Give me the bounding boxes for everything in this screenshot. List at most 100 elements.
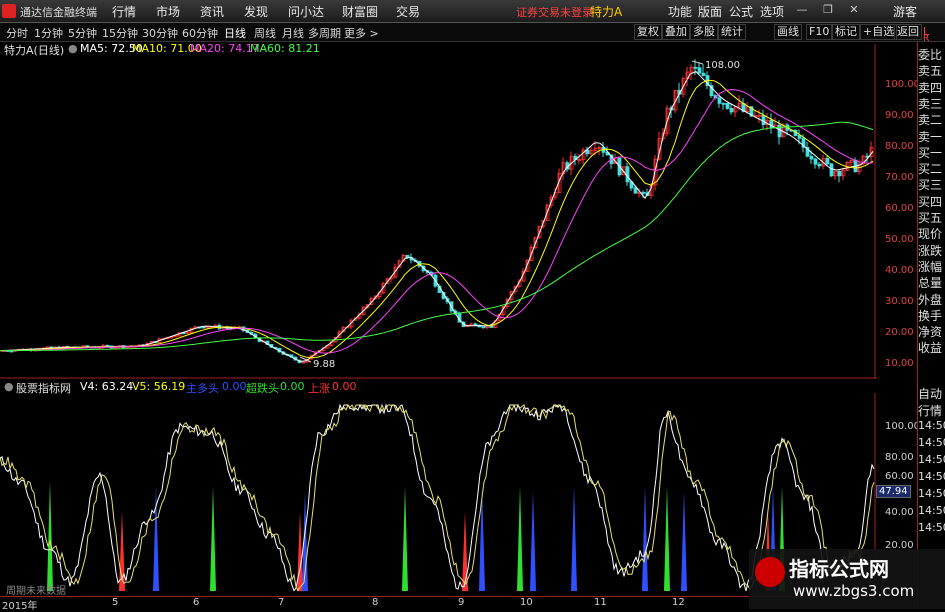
side-item[interactable]: 卖三 xyxy=(918,95,945,112)
period-tab[interactable]: 分时 xyxy=(6,25,28,41)
login-notice[interactable]: 证券交易未登录 xyxy=(516,4,593,20)
side-item[interactable]: 卖五 xyxy=(918,62,945,79)
watermark-title: 指标公式网 xyxy=(789,557,889,581)
period-toolbar: 分时 1分钟 5分钟 15分钟 30分钟 60分钟 日线 周线 月线 多周期 更… xyxy=(0,23,945,42)
draw-line-button[interactable]: 画线 xyxy=(774,24,802,40)
f10-button[interactable]: F10 xyxy=(806,24,833,40)
date-tick: 6 xyxy=(193,597,200,608)
indicator-tick: 100.00 xyxy=(885,421,920,432)
period-tab[interactable]: 月线 xyxy=(282,25,304,41)
side-item[interactable]: 卖二 xyxy=(918,111,945,128)
menu-market[interactable]: 市场 xyxy=(156,3,180,20)
menu-trade[interactable]: 交易 xyxy=(396,3,420,20)
period-tab[interactable]: 多周期 xyxy=(308,25,341,41)
menu-options[interactable]: 选项 xyxy=(760,3,784,20)
date-tick: 8 xyxy=(372,597,379,608)
menu-discover[interactable]: 发现 xyxy=(244,3,268,20)
side-bottom-item[interactable]: 14:50 xyxy=(918,436,945,449)
settings-dot-icon[interactable]: ● xyxy=(4,380,14,393)
period-tab-active[interactable]: 日线 xyxy=(224,25,246,41)
menu-news[interactable]: 资讯 xyxy=(200,3,224,20)
close-icon[interactable]: ✕ xyxy=(848,4,860,16)
period-more[interactable]: 更多 > xyxy=(344,25,379,41)
date-tick: 11 xyxy=(594,597,607,608)
guest-label[interactable]: 游客 xyxy=(893,3,917,20)
add-watchlist-button[interactable]: +自选 xyxy=(860,24,898,40)
watermark-logo-icon xyxy=(755,557,785,587)
menu-layout[interactable]: 版面 xyxy=(698,3,722,20)
kline-chart[interactable]: 108.00 9.88 xyxy=(0,44,877,379)
side-bottom-item[interactable]: 14:50 xyxy=(918,504,945,517)
high-annotation: 108.00 xyxy=(705,60,740,71)
side-item[interactable]: 净资 xyxy=(918,323,945,340)
price-tick: 100.00 xyxy=(885,79,920,90)
date-tick: 2015年 xyxy=(2,601,38,612)
multi-stock-button[interactable]: 多股 xyxy=(690,24,718,40)
side-item[interactable]: 收益 xyxy=(918,339,945,356)
side-bottom-item[interactable]: 自动 xyxy=(918,385,945,402)
back-button[interactable]: 返回 xyxy=(894,24,922,40)
side-bottom-item[interactable]: 14:50 xyxy=(918,470,945,483)
menu-wealth[interactable]: 财富圈 xyxy=(342,3,378,20)
side-item[interactable]: 买三 xyxy=(918,176,945,193)
side-bottom-item[interactable]: 14:50 xyxy=(918,487,945,500)
price-tick: 80.00 xyxy=(885,141,914,152)
side-bottom-item[interactable]: 14:50 xyxy=(918,453,945,466)
period-tab[interactable]: 15分钟 xyxy=(102,25,138,41)
side-item[interactable]: 买四 xyxy=(918,193,945,210)
current-indicator-value: 47.94 xyxy=(876,485,911,498)
price-tick: 10.00 xyxy=(885,358,914,369)
label-red-value: 0.00 xyxy=(332,380,357,393)
date-tick: 12 xyxy=(672,597,685,608)
price-tick: 90.00 xyxy=(885,110,914,121)
period-tab[interactable]: 周线 xyxy=(254,25,276,41)
restore-icon[interactable]: ❐ xyxy=(822,4,834,16)
date-tick: 5 xyxy=(112,597,119,608)
watermark: 指标公式网 www.zbgs3.com xyxy=(749,549,945,609)
side-item[interactable]: 买一 xyxy=(918,144,945,161)
side-item[interactable]: 总量 xyxy=(918,274,945,291)
date-tick: 7 xyxy=(278,597,285,608)
date-axis: 2015年 5 6 7 8 9 10 11 12 xyxy=(0,596,875,612)
v4-value: V4: 63.24 xyxy=(80,380,134,393)
menu-ask[interactable]: 问小达 xyxy=(288,3,324,20)
side-item[interactable]: 换手 xyxy=(918,307,945,324)
mark-button[interactable]: 标记 xyxy=(832,24,860,40)
side-marker-r[interactable]: R xyxy=(923,34,945,44)
price-tick: 70.00 xyxy=(885,172,914,183)
low-annotation: 9.88 xyxy=(313,359,335,370)
minimize-icon[interactable]: — xyxy=(796,4,808,16)
menu-formula[interactable]: 公式 xyxy=(729,3,753,20)
side-item[interactable]: 外盘 xyxy=(918,291,945,308)
menu-bar: 通达信金融终端 行情 市场 资讯 发现 问小达 财富圈 交易 证券交易未登录 特… xyxy=(0,0,945,23)
side-item[interactable]: 卖四 xyxy=(918,79,945,96)
side-bottom-item[interactable]: 14:50 xyxy=(918,419,945,432)
side-item[interactable]: 涨跌 xyxy=(918,242,945,259)
side-item[interactable]: 卖一 xyxy=(918,128,945,145)
side-bottom-item[interactable]: 14:50 xyxy=(918,521,945,534)
period-tab[interactable]: 1分钟 xyxy=(34,25,63,41)
indicator-tick: 60.00 xyxy=(885,471,914,482)
period-tab[interactable]: 5分钟 xyxy=(68,25,97,41)
indicator-chart[interactable] xyxy=(0,393,877,597)
stats-button[interactable]: 统计 xyxy=(718,24,746,40)
price-tick: 50.00 xyxy=(885,234,914,245)
side-item[interactable]: 涨幅 xyxy=(918,258,945,275)
side-bottom-item[interactable]: 行情 xyxy=(918,402,945,419)
side-item[interactable]: 买五 xyxy=(918,209,945,226)
period-tab[interactable]: 30分钟 xyxy=(142,25,178,41)
price-tick: 30.00 xyxy=(885,296,914,307)
menu-function[interactable]: 功能 xyxy=(668,3,692,20)
v5-value: V5: 56.19 xyxy=(132,380,186,393)
side-item[interactable]: 委比 xyxy=(918,46,945,63)
adjust-button[interactable]: 复权 xyxy=(634,24,662,40)
current-stock-name: 特力A xyxy=(590,5,623,19)
side-item[interactable]: 现价 xyxy=(918,225,945,242)
indicator-tick: 40.00 xyxy=(885,507,914,518)
period-tab[interactable]: 60分钟 xyxy=(182,25,218,41)
menu-quotes[interactable]: 行情 xyxy=(112,3,136,20)
app-logo-icon xyxy=(2,4,16,18)
side-item[interactable]: 买二 xyxy=(918,160,945,177)
overlay-button[interactable]: 叠加 xyxy=(662,24,690,40)
watermark-url: www.zbgs3.com xyxy=(793,582,915,600)
